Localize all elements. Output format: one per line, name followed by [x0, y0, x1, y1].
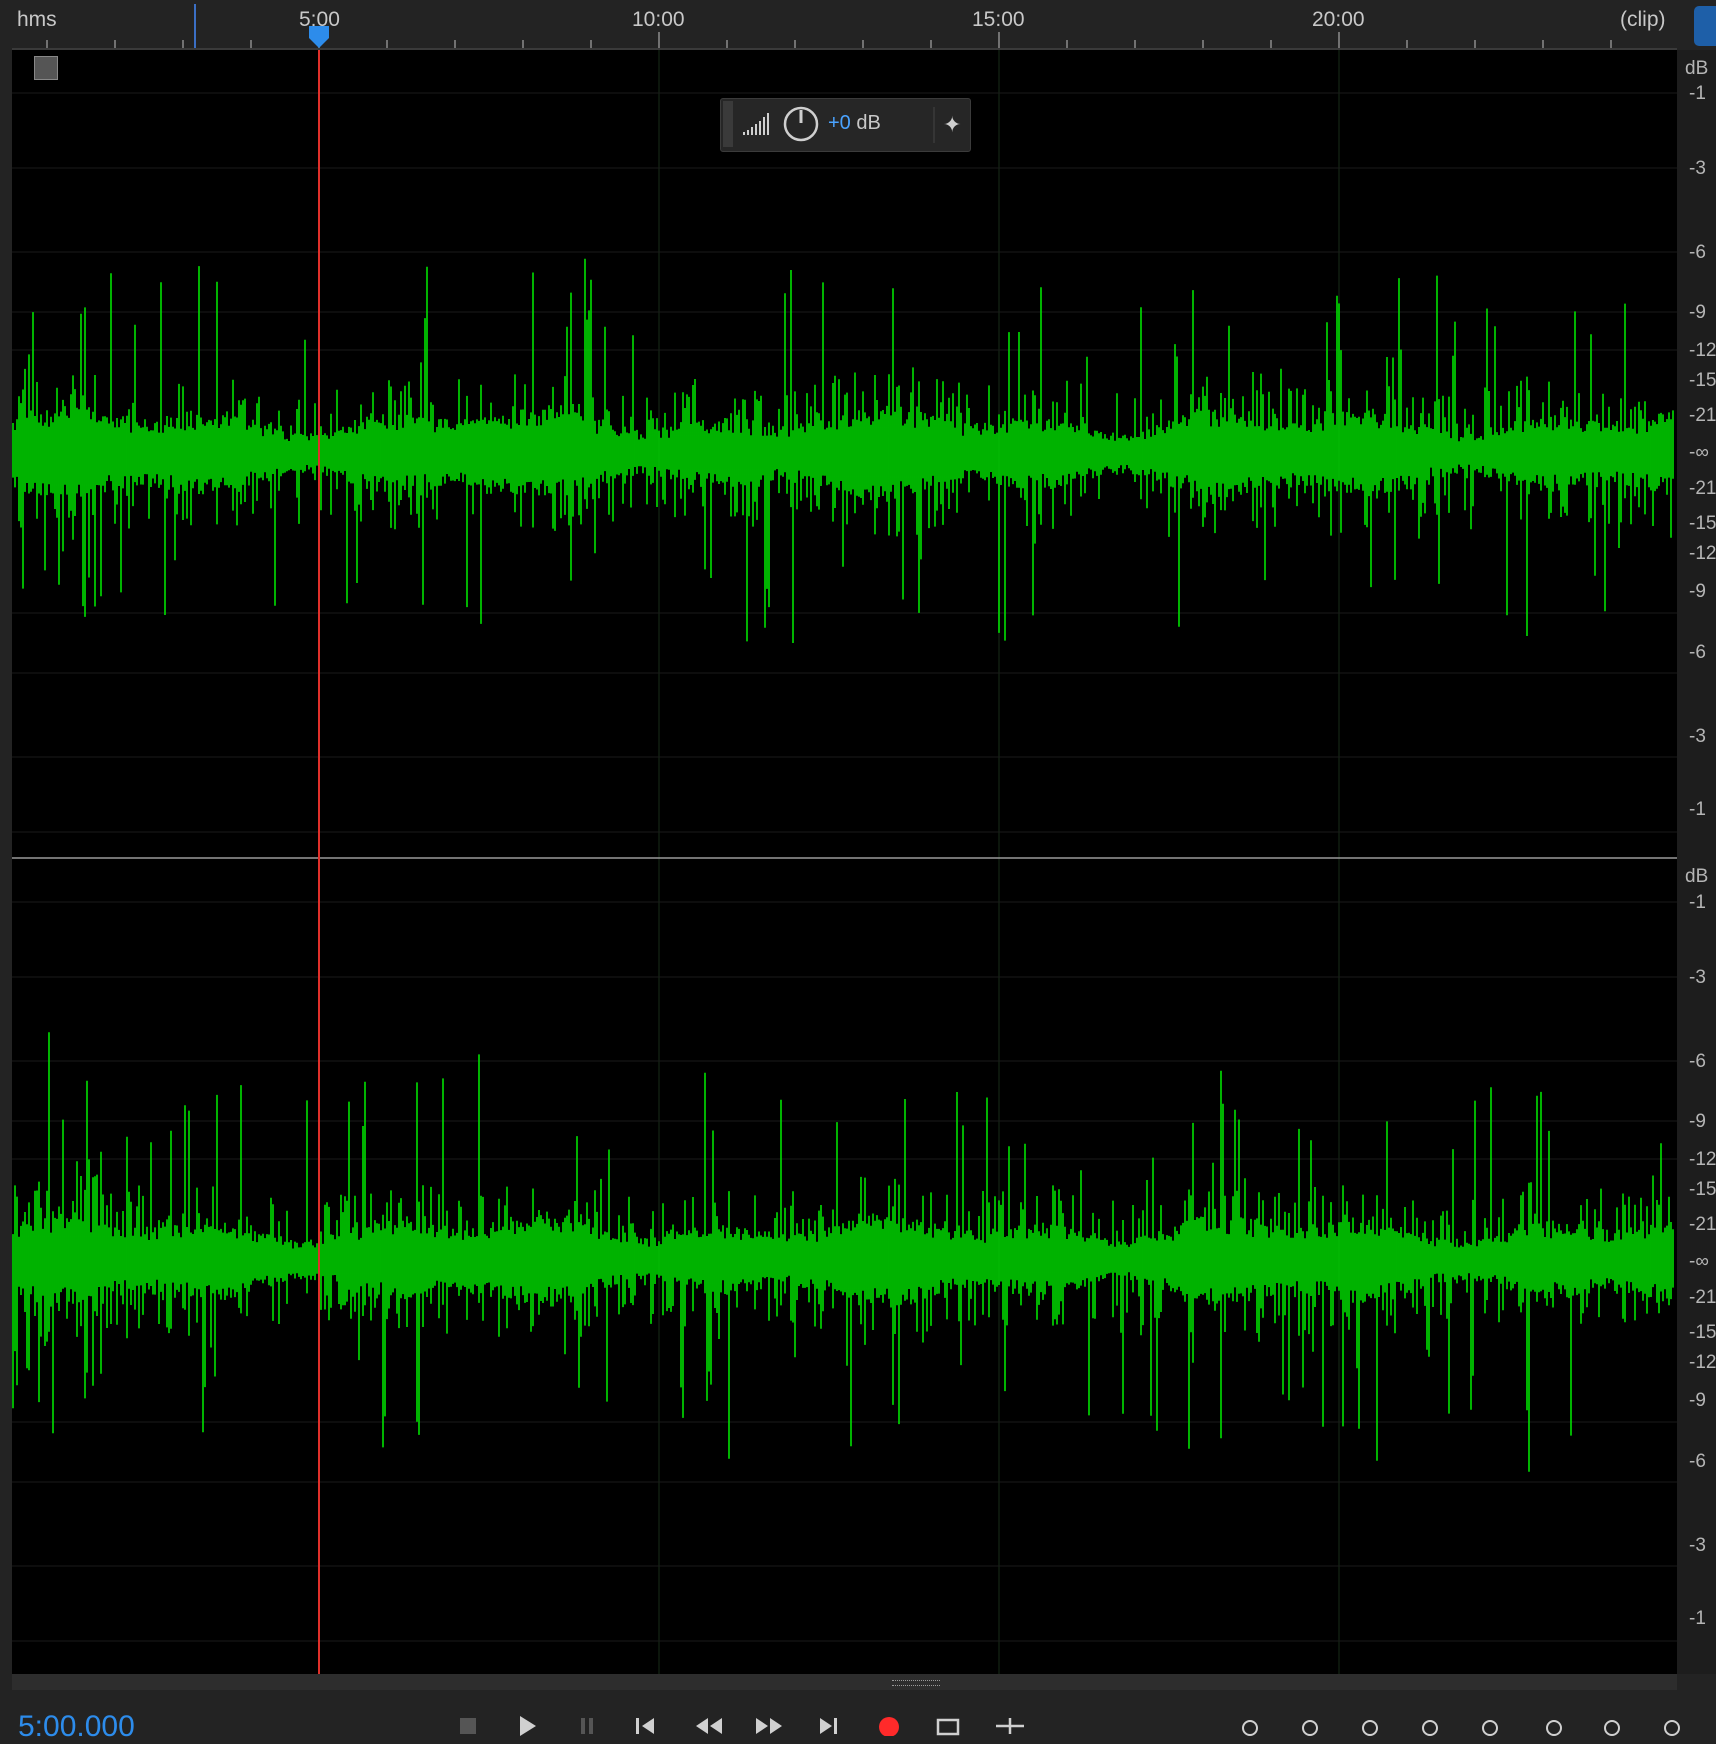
rewind-button[interactable]: [692, 1706, 726, 1736]
db-unit-top: dB: [1685, 58, 1709, 79]
db-label: -15: [1689, 513, 1716, 534]
zoom-to-selection-button[interactable]: [1655, 1706, 1689, 1736]
hud-gain-readout[interactable]: +0 dB: [828, 112, 881, 135]
db-label: -6: [1689, 642, 1706, 663]
db-label: -21: [1689, 478, 1716, 499]
db-label: -∞: [1689, 1251, 1709, 1272]
db-label: -15: [1689, 1179, 1716, 1200]
db-label: -12: [1689, 1149, 1716, 1170]
horizontal-scrollbar[interactable]: [12, 1674, 1677, 1690]
zoom-in-amplitude-button[interactable]: [1233, 1706, 1267, 1736]
zoom-in-at-out-point-button[interactable]: [1595, 1706, 1629, 1736]
transport-icons: [460, 1716, 1680, 1736]
move-to-previous-button[interactable]: [628, 1706, 662, 1736]
fade-handle-icon[interactable]: [34, 56, 58, 80]
zoom-out-amplitude-button[interactable]: [1293, 1706, 1327, 1736]
waveform-view[interactable]: [12, 50, 1677, 1674]
db-label: -12: [1689, 340, 1716, 361]
db-label: -15: [1689, 370, 1716, 391]
db-label: -3: [1689, 158, 1706, 179]
db-label: -21: [1689, 1287, 1716, 1308]
db-label: -9: [1689, 1390, 1706, 1411]
skip-selection-button[interactable]: [993, 1706, 1027, 1736]
hud-gain-control[interactable]: +0 dB ✦: [720, 98, 971, 152]
record-button[interactable]: [872, 1706, 906, 1736]
time-ruler[interactable]: hms 5:00 10:00 15:00 20:00 (clip): [12, 0, 1677, 50]
db-label: -3: [1689, 1535, 1706, 1556]
zoom-in-at-in-point-button[interactable]: [1537, 1706, 1571, 1736]
db-label: -15: [1689, 1322, 1716, 1343]
waveform-trace: [12, 258, 1674, 643]
move-to-next-button[interactable]: [812, 1706, 846, 1736]
db-label: -21: [1689, 405, 1716, 426]
zoom-out-time-button[interactable]: [1413, 1706, 1447, 1736]
stop-button[interactable]: [451, 1706, 485, 1736]
db-label: -9: [1689, 302, 1706, 323]
db-label: -12: [1689, 1352, 1716, 1373]
play-button[interactable]: [511, 1706, 545, 1736]
db-label: -1: [1689, 892, 1706, 913]
db-label: -3: [1689, 726, 1706, 747]
db-label: -6: [1689, 1051, 1706, 1072]
db-label: -9: [1689, 581, 1706, 602]
transport-bar: 5:00.000: [0, 1690, 1716, 1743]
left-channel-waveform: [12, 258, 1674, 643]
db-label: -∞: [1689, 442, 1709, 463]
loop-playback-button[interactable]: [931, 1706, 965, 1736]
db-scale[interactable]: dB -1 -3 -6 -9 -12 -15 -21 -∞ -21 -15 -1…: [1677, 50, 1716, 1674]
db-label: -1: [1689, 799, 1706, 820]
waveform-trace: [12, 1032, 1674, 1472]
zoom-in-time-button[interactable]: [1353, 1706, 1387, 1736]
waveform: [12, 50, 1677, 1674]
db-label: -21: [1689, 1214, 1716, 1235]
db-label: -3: [1689, 967, 1706, 988]
pause-button[interactable]: [570, 1706, 604, 1736]
pin-icon[interactable]: ✦: [943, 112, 961, 138]
fast-forward-button[interactable]: [752, 1706, 786, 1736]
zoom-out-full-button[interactable]: [1473, 1706, 1507, 1736]
db-label: -12: [1689, 543, 1716, 564]
ruler-ticks: [12, 4, 1677, 50]
scroll-grip-icon[interactable]: [892, 1680, 940, 1686]
db-label: -6: [1689, 1451, 1706, 1472]
headphone-icon[interactable]: [1694, 6, 1716, 46]
db-label: -1: [1689, 1608, 1706, 1629]
db-label: -9: [1689, 1111, 1706, 1132]
db-unit-bottom: dB: [1685, 866, 1709, 887]
right-channel-waveform: [12, 1032, 1674, 1472]
db-label: -1: [1689, 83, 1706, 104]
db-label: -6: [1689, 242, 1706, 263]
